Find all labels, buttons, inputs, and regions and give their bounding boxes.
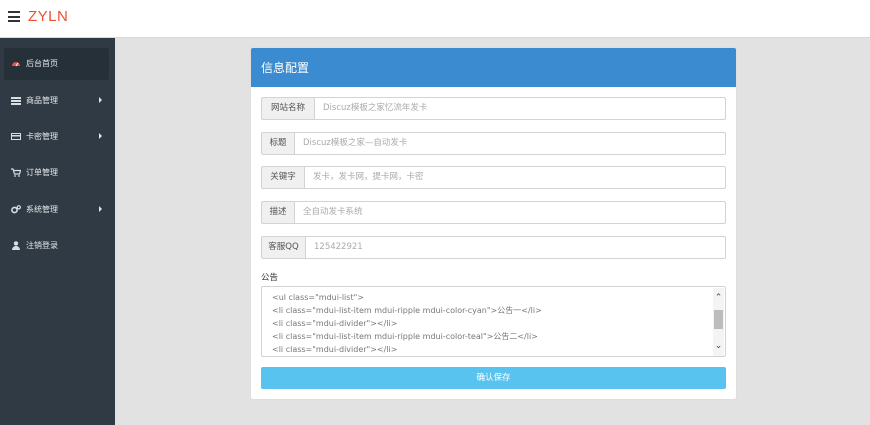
scrollbar-thumb[interactable] [714,310,723,329]
notice-textarea[interactable]: <ul class="mdui-list"> <li class="mdui-l… [261,286,726,357]
keywords-input[interactable]: 发卡，发卡网，提卡网，卡密 [305,166,726,189]
gears-icon [11,205,21,214]
title-label: 标题 [261,132,295,155]
cart-icon [11,168,21,177]
description-label: 描述 [261,201,295,224]
chevron-right-icon [99,133,102,139]
title-input[interactable]: Discuz模板之家—自动发卡 [295,132,726,155]
top-bar: ZYLN [0,0,870,38]
sidebar-item-system[interactable]: 系统管理 [4,194,109,226]
card-icon [11,133,21,140]
site-name-row: 网站名称 Discuz模板之家忆流年发卡 [261,97,726,120]
notice-line: <li class="mdui-divider"></li> [272,345,398,354]
scroll-up-icon[interactable]: ⌃ [714,294,723,303]
notice-line: <li class="mdui-divider"></li> [272,319,398,328]
info-config-panel: 信息配置 网站名称 Discuz模板之家忆流年发卡 标题 Discuz模板之家—… [251,48,736,399]
hamburger-menu-icon[interactable] [8,11,20,22]
sidebar-item-label: 注销登录 [26,241,58,250]
sidebar-item-label: 商品管理 [26,96,58,105]
keywords-label: 关键字 [261,166,305,189]
save-button[interactable]: 确认保存 [261,367,726,389]
sidebar: 后台首页 商品管理 卡密管理 订单管理 系统管理 注销登录 [0,38,115,425]
panel-title: 信息配置 [261,61,310,75]
sidebar-item-label: 卡密管理 [26,132,58,141]
scroll-down-icon[interactable]: ⌄ [714,342,723,351]
user-icon [12,241,20,250]
qq-label: 客服QQ [261,236,306,259]
notice-line: <ul class="mdui-list"> [272,293,364,302]
notice-label: 公告 [261,273,279,283]
textarea-scrollbar[interactable]: ⌃ ⌄ [713,288,724,356]
notice-line: <li class="mdui-list-item mdui-ripple md… [272,306,542,315]
site-name-input[interactable]: Discuz模板之家忆流年发卡 [315,97,726,120]
keywords-row: 关键字 发卡，发卡网，提卡网，卡密 [261,166,726,189]
site-name-label: 网站名称 [261,97,315,120]
title-row: 标题 Discuz模板之家—自动发卡 [261,132,726,155]
sidebar-item-cards[interactable]: 卡密管理 [4,121,109,153]
description-input[interactable]: 全自动发卡系统 [295,201,726,224]
sidebar-item-logout[interactable]: 注销登录 [4,230,109,262]
qq-input[interactable]: 125422921 [306,236,726,259]
list-icon [11,97,21,105]
chevron-right-icon [99,97,102,103]
sidebar-item-dashboard[interactable]: 后台首页 [4,48,109,80]
qq-row: 客服QQ 125422921 [261,236,726,259]
brand-logo[interactable]: ZYLN [28,8,68,25]
sidebar-item-label: 系统管理 [26,205,58,214]
sidebar-item-products[interactable]: 商品管理 [4,85,109,117]
sidebar-item-orders[interactable]: 订单管理 [4,157,109,189]
panel-header: 信息配置 [251,48,736,87]
sidebar-item-label: 后台首页 [26,59,58,68]
dashboard-icon [12,62,20,67]
notice-line: <li class="mdui-list-item mdui-ripple md… [272,332,538,341]
sidebar-item-label: 订单管理 [26,168,58,177]
description-row: 描述 全自动发卡系统 [261,201,726,224]
chevron-right-icon [99,206,102,212]
